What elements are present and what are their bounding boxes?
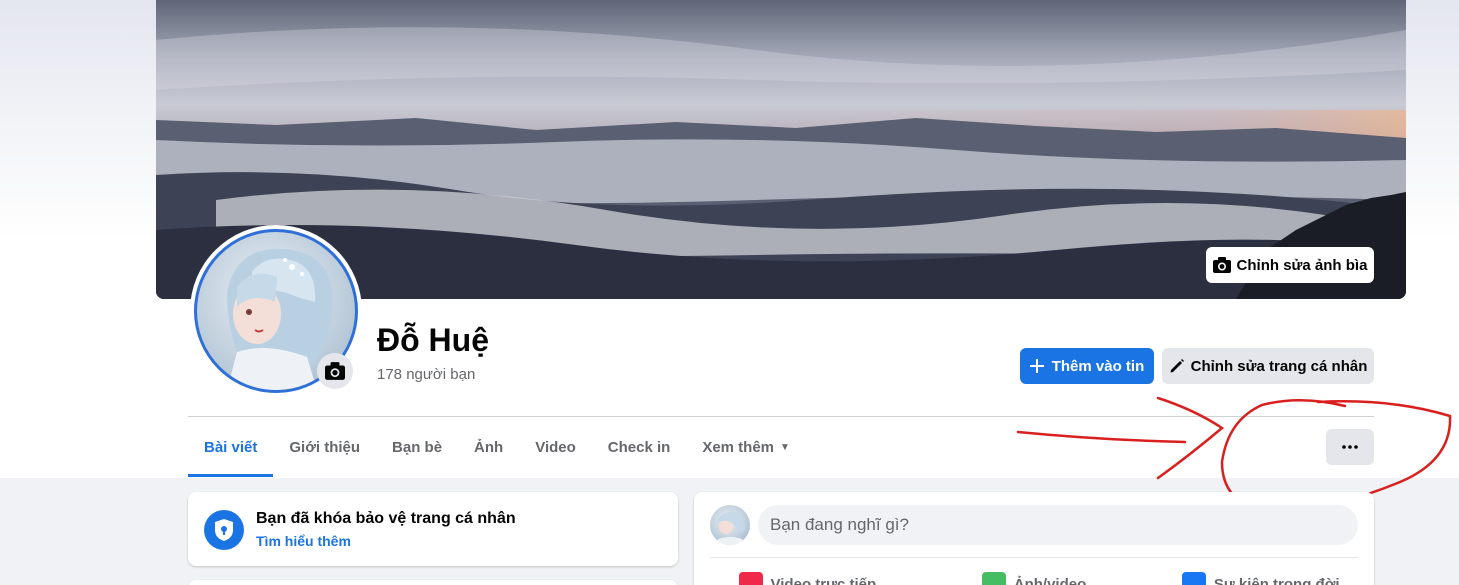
shield-lock-icon xyxy=(204,510,244,550)
camera-icon xyxy=(1212,257,1231,273)
friend-count[interactable]: 178 người bạn xyxy=(377,366,475,383)
caret-down-icon: ▼ xyxy=(780,441,790,453)
flag-icon xyxy=(1181,572,1206,585)
live-video-icon xyxy=(738,572,763,585)
tab-videos[interactable]: Video xyxy=(519,417,592,477)
tab-label: Xem thêm xyxy=(702,438,775,456)
profile-name: Đỗ Huệ xyxy=(377,322,489,358)
edit-profile-button[interactable]: Chỉnh sửa trang cá nhân xyxy=(1162,348,1374,384)
tab-label: Bài viết xyxy=(204,438,258,456)
status-input[interactable]: Bạn đang nghĩ gì? xyxy=(758,505,1358,545)
intro-card xyxy=(188,580,678,585)
update-avatar-button[interactable] xyxy=(317,353,353,389)
tab-about[interactable]: Giới thiệu xyxy=(273,417,376,477)
life-event-label: Sự kiện trong đời xyxy=(1213,575,1340,585)
lock-status-text: Bạn đã khóa bảo vệ trang cá nhân xyxy=(256,510,516,527)
photo-video-label: Ảnh/video xyxy=(1013,575,1087,585)
tab-photos[interactable]: Ảnh xyxy=(458,417,519,477)
profile-lock-card: Bạn đã khóa bảo vệ trang cá nhân Tìm hiể… xyxy=(188,492,678,566)
tab-friends[interactable]: Bạn bè xyxy=(376,417,458,477)
camera-icon xyxy=(325,362,345,380)
tab-label: Bạn bè xyxy=(392,438,443,456)
tab-posts[interactable]: Bài viết xyxy=(188,417,274,477)
profile-tabs: Bài viết Giới thiệu Bạn bè Ảnh Video Che… xyxy=(188,417,806,477)
tab-label: Giới thiệu xyxy=(289,438,361,456)
plus-icon xyxy=(1029,359,1044,373)
composer-actions: Video trực tiếp Ảnh/video Sự kiện trong … xyxy=(694,566,1374,585)
photo-video-button[interactable]: Ảnh/video xyxy=(921,566,1148,585)
avatar[interactable] xyxy=(710,505,750,545)
tab-more[interactable]: Xem thêm ▼ xyxy=(686,417,806,477)
live-video-button[interactable]: Video trực tiếp xyxy=(694,566,921,585)
tab-label: Check in xyxy=(607,438,671,456)
status-placeholder: Bạn đang nghĩ gì? xyxy=(770,515,909,534)
learn-more-link[interactable]: Tìm hiểu thêm xyxy=(256,533,351,549)
add-to-story-button[interactable]: Thêm vào tin xyxy=(1020,348,1154,384)
add-to-story-label: Thêm vào tin xyxy=(1051,357,1145,375)
ellipsis-icon xyxy=(1342,445,1358,449)
life-event-button[interactable]: Sự kiện trong đời xyxy=(1147,566,1374,585)
more-options-button[interactable] xyxy=(1326,429,1374,465)
edit-cover-label: Chỉnh sửa ảnh bìa xyxy=(1236,256,1368,274)
edit-profile-label: Chỉnh sửa trang cá nhân xyxy=(1190,357,1368,375)
tab-label: Video xyxy=(535,438,576,456)
post-composer: Bạn đang nghĩ gì? Video trực tiếp Ảnh/vi… xyxy=(694,492,1374,585)
tab-label: Ảnh xyxy=(474,438,504,456)
live-video-label: Video trực tiếp xyxy=(770,575,877,585)
photo-icon xyxy=(981,572,1006,585)
tab-check-ins[interactable]: Check in xyxy=(592,417,687,477)
edit-cover-button[interactable]: Chỉnh sửa ảnh bìa xyxy=(1206,247,1374,283)
pencil-icon xyxy=(1170,359,1184,373)
composer-divider xyxy=(710,557,1358,558)
